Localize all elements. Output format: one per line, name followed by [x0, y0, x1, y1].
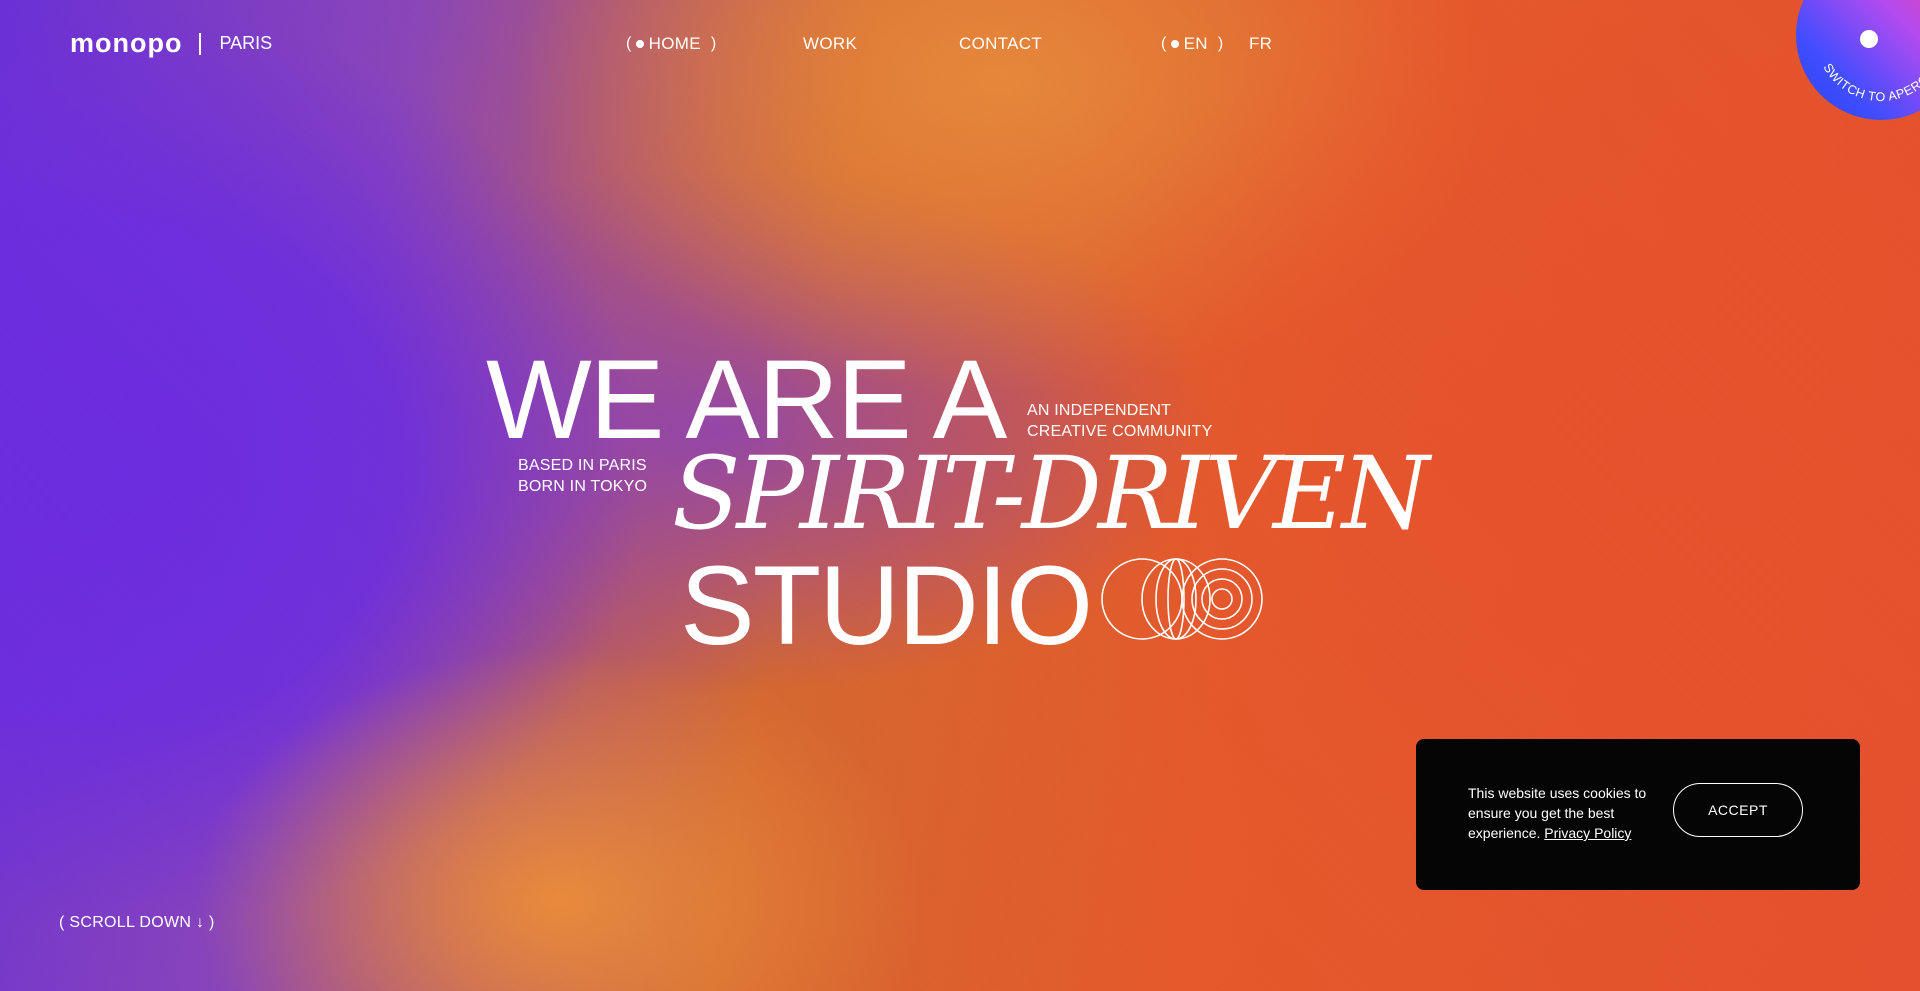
accept-cookies-button[interactable]: ACCEPT — [1673, 783, 1803, 837]
active-dot-icon — [1170, 40, 1179, 48]
logo-city: PARIS — [219, 33, 273, 53]
nav-work[interactable]: WORK — [803, 34, 857, 54]
cookie-banner: This website uses cookies to ensure you … — [1416, 739, 1860, 890]
nav-contact-label: CONTACT — [959, 34, 1042, 53]
nav-home-label: HOME — [648, 34, 701, 53]
apero-badge-label: SWITCH TO APERO MODE — [1821, 38, 1920, 104]
cookie-message: This website uses cookies to ensure you … — [1468, 783, 1668, 843]
lang-en-label: EN — [1183, 34, 1208, 53]
rings-emblem-icon — [1101, 558, 1263, 640]
svg-text:SWITCH TO APERO MODE: SWITCH TO APERO MODE — [1821, 38, 1920, 104]
hero-tagline-left: BASED IN PARIS BORN IN TOKYO — [518, 455, 647, 497]
lang-fr-label: FR — [1249, 34, 1273, 53]
nav-work-label: WORK — [803, 34, 858, 53]
lang-paren-open: ( — [1161, 35, 1167, 52]
logo[interactable]: monopo PARIS — [70, 28, 272, 59]
lang-paren-close: ) — [1217, 35, 1224, 52]
nav-paren-close: ) — [710, 35, 717, 52]
nav-paren-open: ( — [626, 35, 632, 52]
scroll-down-hint[interactable]: ( SCROLL DOWN ↓ ) — [59, 914, 215, 932]
nav-home[interactable]: ( HOME ) — [626, 34, 716, 54]
logo-wordmark: monopo — [70, 28, 183, 58]
hero-line-3: STUDIO — [680, 543, 1093, 668]
tagline-left-2: BORN IN TOKYO — [518, 478, 648, 495]
apero-badge-text: SWITCH TO APERO MODE — [1821, 38, 1920, 104]
lang-fr[interactable]: FR — [1249, 34, 1272, 54]
hero-line-2: SPIRIT-DRIVEN — [672, 435, 1429, 552]
tagline-left-1: BASED IN PARIS — [518, 457, 647, 474]
active-dot-icon — [635, 40, 644, 48]
logo-divider — [199, 32, 202, 55]
nav-contact[interactable]: CONTACT — [959, 34, 1042, 54]
tagline-right-1: AN INDEPENDENT — [1027, 402, 1172, 419]
privacy-policy-link[interactable]: Privacy Policy — [1544, 825, 1631, 841]
lang-en[interactable]: ( EN ) — [1161, 34, 1224, 54]
